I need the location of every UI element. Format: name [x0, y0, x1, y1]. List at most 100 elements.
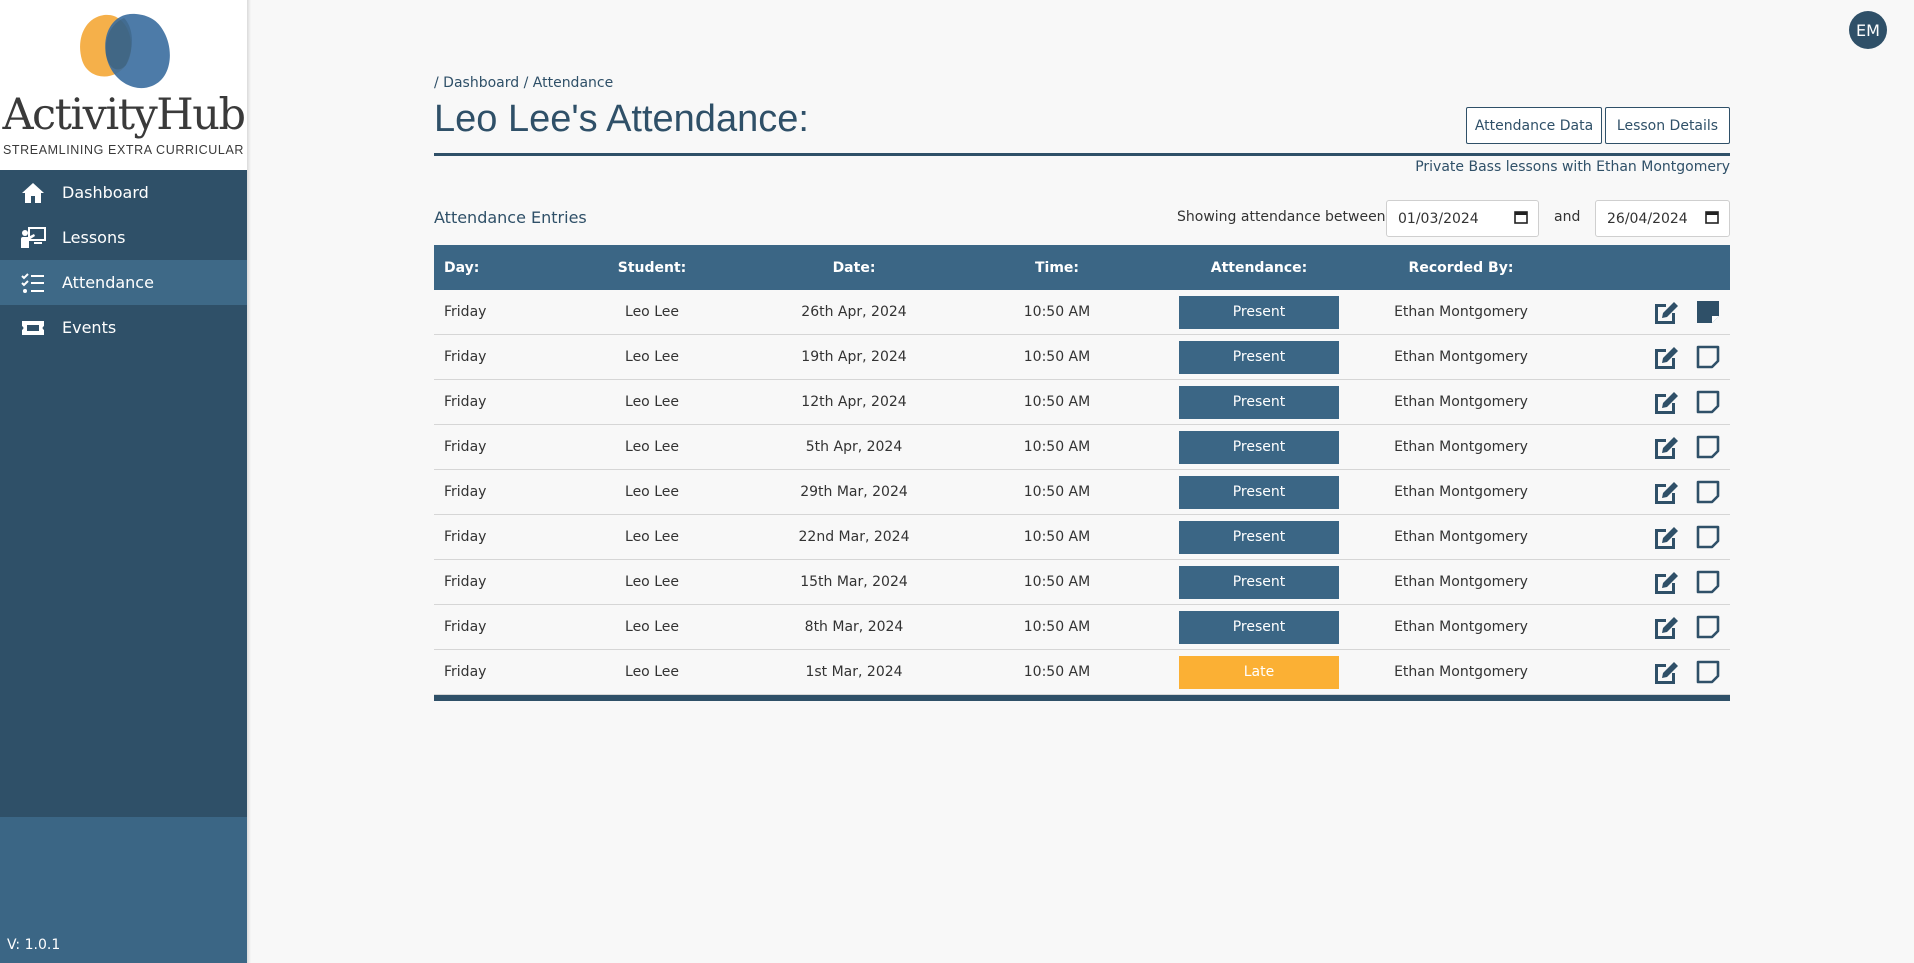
lesson-details-button[interactable]: Lesson Details: [1605, 107, 1730, 144]
cell-recorded-by: Ethan Montgomery: [1394, 484, 1528, 500]
note-icon[interactable]: [1694, 343, 1722, 371]
table-row: Friday Leo Lee 22nd Mar, 2024 10:50 AM P…: [434, 515, 1730, 560]
cell-day: Friday: [444, 304, 487, 320]
cell-date: 19th Apr, 2024: [801, 349, 907, 365]
cell-recorded-by: Ethan Montgomery: [1394, 574, 1528, 590]
cell-actions: [1536, 658, 1730, 686]
cell-actions: [1536, 613, 1730, 641]
cell-attendance: Present: [1132, 520, 1386, 554]
breadcrumb-separator: /: [523, 75, 529, 91]
cell-date: 5th Apr, 2024: [805, 439, 903, 455]
logo-text: ActivityHub: [2, 90, 246, 140]
cell-recorded-by: Ethan Montgomery: [1394, 349, 1528, 365]
cell-actions: [1536, 388, 1730, 416]
logo[interactable]: ActivityHub STREAMLINING EXTRA CURRICULA…: [0, 0, 247, 170]
edit-icon[interactable]: [1652, 388, 1680, 416]
cell-time: 10:50 AM: [1023, 439, 1091, 455]
calendar-icon: [1705, 210, 1719, 228]
attendance-status-badge: Present: [1179, 565, 1339, 599]
edit-icon[interactable]: [1652, 613, 1680, 641]
cell-student: Leo Lee: [625, 484, 679, 500]
note-icon[interactable]: [1694, 433, 1722, 461]
edit-icon[interactable]: [1652, 568, 1680, 596]
breadcrumb-dashboard[interactable]: Dashboard: [443, 75, 519, 91]
cell-attendance: Present: [1132, 295, 1386, 329]
attendance-status-badge: Present: [1179, 430, 1339, 464]
cell-student: Leo Lee: [625, 529, 679, 545]
note-icon[interactable]: [1694, 388, 1722, 416]
sidebar-item-lessons[interactable]: Lessons: [0, 215, 247, 260]
note-icon[interactable]: [1694, 658, 1722, 686]
teacher-icon: [20, 226, 46, 249]
logo-mark-icon: [80, 13, 170, 89]
sidebar-nav: Dashboard Lessons Attendance Events: [0, 170, 247, 350]
cell-time: 10:50 AM: [1023, 394, 1091, 410]
note-icon[interactable]: [1694, 613, 1722, 641]
note-icon[interactable]: [1694, 478, 1722, 506]
breadcrumb-attendance[interactable]: Attendance: [533, 75, 613, 91]
cell-date: 1st Mar, 2024: [805, 664, 903, 680]
header-day: Day:: [444, 259, 480, 276]
ticket-icon: [20, 317, 46, 339]
attendance-status-badge: Present: [1179, 520, 1339, 554]
header-student: Student:: [617, 259, 687, 276]
cell-recorded-by: Ethan Montgomery: [1394, 529, 1528, 545]
sidebar-shadow: [247, 0, 251, 963]
attendance-status-badge: Present: [1179, 610, 1339, 644]
cell-day: Friday: [444, 439, 487, 455]
table-row: Friday Leo Lee 1st Mar, 2024 10:50 AM La…: [434, 650, 1730, 695]
start-date-input[interactable]: 01/03/2024: [1386, 200, 1539, 237]
note-icon[interactable]: [1694, 523, 1722, 551]
cell-attendance: Present: [1132, 430, 1386, 464]
cell-actions: [1536, 568, 1730, 596]
header-attendance: Attendance:: [1210, 259, 1308, 276]
attendance-data-button[interactable]: Attendance Data: [1466, 107, 1602, 144]
edit-icon[interactable]: [1652, 658, 1680, 686]
cell-date: 12th Apr, 2024: [801, 394, 907, 410]
cell-actions: [1536, 478, 1730, 506]
lesson-subtitle: Private Bass lessons with Ethan Montgome…: [1415, 159, 1730, 175]
table-footer-bar: [434, 695, 1730, 701]
edit-icon[interactable]: [1652, 343, 1680, 371]
attendance-status-badge: Present: [1179, 340, 1339, 374]
cell-recorded-by: Ethan Montgomery: [1394, 304, 1528, 320]
attendance-status-badge: Present: [1179, 295, 1339, 329]
edit-icon[interactable]: [1652, 298, 1680, 326]
cell-student: Leo Lee: [625, 349, 679, 365]
cell-attendance: Present: [1132, 385, 1386, 419]
home-icon: [20, 182, 46, 204]
table-row: Friday Leo Lee 8th Mar, 2024 10:50 AM Pr…: [434, 605, 1730, 650]
title-divider: [434, 153, 1730, 156]
cell-attendance: Present: [1132, 565, 1386, 599]
sidebar-item-attendance[interactable]: Attendance: [0, 260, 247, 305]
edit-icon[interactable]: [1652, 433, 1680, 461]
cell-time: 10:50 AM: [1023, 664, 1091, 680]
cell-date: 8th Mar, 2024: [804, 619, 904, 635]
edit-icon[interactable]: [1652, 523, 1680, 551]
sidebar-item-label: Dashboard: [62, 183, 149, 202]
filter-label: Showing attendance between: [1177, 209, 1386, 225]
cell-actions: [1536, 343, 1730, 371]
cell-recorded-by: Ethan Montgomery: [1394, 439, 1528, 455]
sidebar-item-label: Events: [62, 318, 117, 337]
calendar-icon: [1514, 210, 1528, 228]
sidebar-item-events[interactable]: Events: [0, 305, 247, 350]
cell-time: 10:50 AM: [1023, 529, 1091, 545]
note-icon[interactable]: [1694, 298, 1722, 326]
edit-icon[interactable]: [1652, 478, 1680, 506]
header-recorded-by: Recorded By:: [1408, 259, 1514, 276]
cell-day: Friday: [444, 574, 487, 590]
table-row: Friday Leo Lee 29th Mar, 2024 10:50 AM P…: [434, 470, 1730, 515]
attendance-status-badge: Late: [1179, 655, 1339, 689]
end-date-input[interactable]: 26/04/2024: [1595, 200, 1730, 237]
checklist-icon: [20, 272, 46, 294]
cell-student: Leo Lee: [625, 619, 679, 635]
breadcrumb: / Dashboard / Attendance: [434, 75, 613, 91]
cell-day: Friday: [444, 529, 487, 545]
sidebar-item-dashboard[interactable]: Dashboard: [0, 170, 247, 215]
note-icon[interactable]: [1694, 568, 1722, 596]
cell-day: Friday: [444, 484, 487, 500]
user-avatar[interactable]: EM: [1849, 11, 1887, 49]
sidebar-item-label: Attendance: [62, 273, 154, 292]
cell-actions: [1536, 523, 1730, 551]
